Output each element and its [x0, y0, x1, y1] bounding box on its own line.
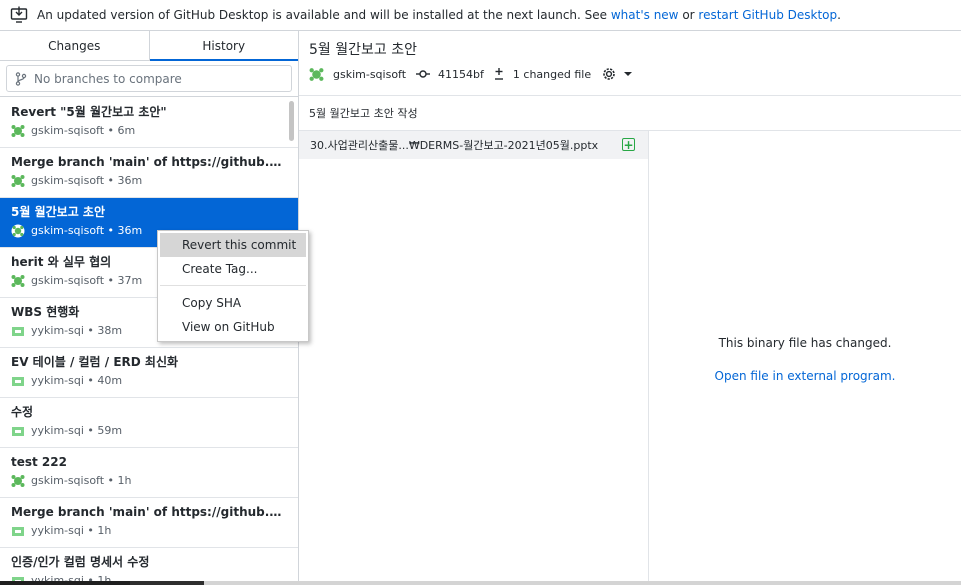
branch-icon — [15, 71, 27, 86]
commit-time: 1h — [117, 474, 132, 487]
commit-time: 38m — [97, 324, 123, 337]
commit-item[interactable]: Revert "5월 월간보고 초안" gskim-sqisoft • 6m — [0, 98, 298, 148]
taskbar-segment — [0, 581, 130, 585]
settings-dropdown[interactable] — [601, 66, 636, 82]
commit-time: 40m — [97, 374, 123, 387]
changed-files-count: 1 changed file — [512, 67, 592, 81]
taskbar-segment — [130, 581, 204, 585]
author-avatar-icon — [11, 474, 25, 488]
commit-author: yykim-sqi — [31, 324, 84, 337]
author-avatar-icon — [11, 224, 25, 238]
menu-item-copy-sha[interactable]: Copy SHA — [158, 291, 308, 315]
commit-item[interactable]: 인증/인가 컬럼 명세서 수정 yykim-sqi • 1h — [0, 548, 298, 585]
compare-bar: No branches to compare — [0, 61, 298, 97]
commit-context-menu: Revert this commit Create Tag... Copy SH… — [157, 230, 309, 342]
author-avatar-icon — [11, 124, 25, 138]
commit-title: Merge branch 'main' of https://github.co… — [11, 155, 286, 169]
commit-author: gskim-sqisoft — [31, 474, 105, 487]
whats-new-link[interactable]: what's new — [611, 8, 679, 22]
banner-text: An updated version of GitHub Desktop is … — [37, 8, 611, 22]
commit-description: 5월 월간보고 초안 작성 — [299, 95, 961, 131]
sidebar-tabs: Changes History — [0, 31, 298, 61]
git-commit-icon — [416, 69, 434, 79]
commit-time: 1h — [97, 524, 112, 537]
branch-compare-input[interactable]: No branches to compare — [6, 65, 292, 92]
restart-link[interactable]: restart GitHub Desktop — [698, 8, 837, 22]
menu-item-create-tag[interactable]: Create Tag... — [158, 257, 308, 281]
author-avatar-icon — [11, 374, 25, 388]
tab-history[interactable]: History — [149, 31, 299, 61]
binary-file-message: This binary file has changed. — [718, 336, 892, 350]
menu-item-view-on-github[interactable]: View on GitHub — [158, 315, 308, 339]
changed-file-list: 30.사업관리산출물...₩DERMS-월간보고-2021년05월.pptx + — [299, 131, 649, 585]
commit-title: 수정 — [11, 405, 34, 419]
banner-or-text: or — [678, 8, 699, 22]
commit-title: 인증/인가 컬럼 명세서 수정 — [11, 555, 150, 569]
commit-sha-info[interactable]: 41154bf — [416, 68, 484, 81]
commit-item[interactable]: EV 테이블 / 컬럼 / ERD 최신화 yykim-sqi • 40m — [0, 348, 298, 398]
commit-title: test 222 — [11, 455, 67, 469]
commit-author: gskim-sqisoft — [31, 124, 105, 137]
commit-detail-panel: 5월 월간보고 초안 gskim-sqisoft 41154bf 1 chang… — [299, 31, 961, 585]
commit-title: 5월 월간보고 초안 — [11, 205, 105, 219]
commit-author: yykim-sqi — [31, 424, 84, 437]
commit-time: 36m — [117, 174, 143, 187]
diff-icon — [494, 67, 508, 81]
commit-title: Revert "5월 월간보고 초안" — [11, 105, 167, 119]
file-added-icon: + — [622, 137, 635, 152]
commit-author: gskim-sqisoft — [31, 174, 105, 187]
taskbar-edge — [0, 581, 961, 585]
chevron-down-icon — [624, 71, 636, 77]
update-banner: An updated version of GitHub Desktop is … — [0, 0, 961, 31]
file-path: 30.사업관리산출물...₩DERMS-월간보고-2021년05월.pptx — [310, 139, 599, 152]
author-avatar-icon — [11, 424, 25, 438]
changed-files-info: 1 changed file — [494, 67, 591, 81]
open-external-link[interactable]: Open file in external program. — [649, 369, 961, 383]
diff-view: This binary file has changed. Open file … — [649, 131, 961, 585]
commit-title: Merge branch 'main' of https://github.co… — [11, 505, 286, 519]
author-avatar-icon — [309, 67, 328, 82]
commit-time: 37m — [117, 274, 143, 287]
commit-time: 36m — [117, 224, 143, 237]
banner-end-text: . — [837, 8, 841, 22]
commit-detail-author: gskim-sqisoft — [333, 67, 407, 81]
menu-separator — [160, 285, 306, 286]
commit-summary-title: 5월 월간보고 초안 — [309, 42, 417, 58]
author-avatar-icon — [11, 174, 25, 188]
commit-item[interactable]: Merge branch 'main' of https://github.co… — [0, 148, 298, 198]
commit-item[interactable]: test 222 gskim-sqisoft • 1h — [0, 448, 298, 498]
commit-author: yykim-sqi — [31, 374, 84, 387]
commit-time: 59m — [97, 424, 123, 437]
menu-item-revert-commit[interactable]: Revert this commit — [160, 233, 306, 257]
author-avatar-icon — [11, 524, 25, 538]
commit-item[interactable]: 수정 yykim-sqi • 59m — [0, 398, 298, 448]
gear-icon — [601, 66, 621, 82]
commit-author: gskim-sqisoft — [31, 274, 105, 287]
commit-sha: 41154bf — [438, 67, 484, 81]
commit-time: 6m — [117, 124, 136, 137]
commit-header: 5월 월간보고 초안 gskim-sqisoft 41154bf 1 chang… — [299, 31, 961, 95]
commit-title: EV 테이블 / 컬럼 / ERD 최신화 — [11, 355, 179, 369]
author-avatar-icon — [11, 274, 25, 288]
commit-author-info: gskim-sqisoft — [309, 67, 406, 82]
commit-list-scrollbar[interactable] — [289, 101, 294, 141]
commit-author: gskim-sqisoft — [31, 224, 105, 237]
tab-changes[interactable]: Changes — [0, 31, 150, 60]
file-list-item[interactable]: 30.사업관리산출물...₩DERMS-월간보고-2021년05월.pptx + — [299, 131, 648, 159]
compare-placeholder: No branches to compare — [34, 71, 182, 86]
download-desktop-icon — [10, 6, 28, 24]
commit-item[interactable]: Merge branch 'main' of https://github.co… — [0, 498, 298, 548]
commit-author: yykim-sqi — [31, 524, 84, 537]
author-avatar-icon — [11, 324, 25, 338]
